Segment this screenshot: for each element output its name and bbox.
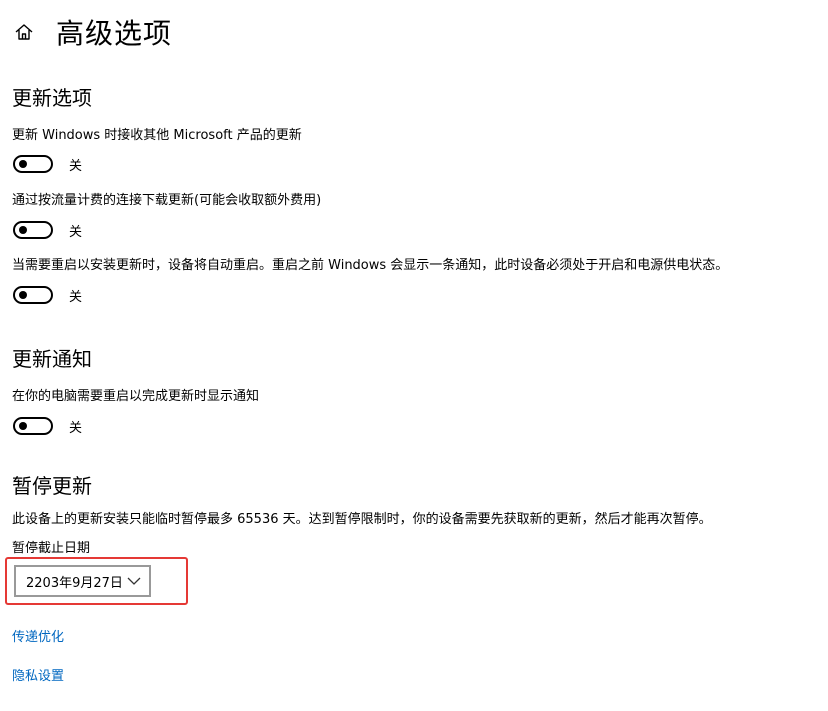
home-icon[interactable] bbox=[12, 20, 36, 44]
section-title-pause-updates: 暂停更新 bbox=[12, 474, 92, 498]
toggle-row-metered-download: 关 bbox=[13, 219, 82, 241]
toggle-knob bbox=[19, 226, 27, 234]
toggle-knob bbox=[19, 291, 27, 299]
toggle-state-label: 关 bbox=[69, 224, 83, 240]
pause-date-label: 暂停截止日期 bbox=[12, 541, 91, 556]
toggle-metered-download[interactable] bbox=[13, 221, 53, 239]
toggle-auto-restart[interactable] bbox=[13, 286, 53, 304]
privacy-settings-link[interactable]: 隐私设置 bbox=[12, 665, 64, 684]
toggle-knob bbox=[19, 160, 27, 168]
toggle-state-label: 关 bbox=[69, 158, 83, 174]
toggle-other-products[interactable] bbox=[13, 155, 53, 173]
option-label-metered-download: 通过按流量计费的连接下载更新(可能会收取额外费用) bbox=[12, 193, 322, 208]
section-title-update-notifications: 更新通知 bbox=[12, 347, 92, 371]
chevron-down-icon bbox=[127, 577, 141, 585]
toggle-state-label: 关 bbox=[69, 289, 83, 305]
toggle-knob bbox=[19, 422, 27, 430]
toggle-row-restart-notification: 关 bbox=[13, 415, 82, 437]
toggle-row-auto-restart: 关 bbox=[13, 284, 82, 306]
pause-date-value: 2203年9月27日 bbox=[26, 575, 123, 591]
pause-date-dropdown[interactable]: 2203年9月27日 bbox=[14, 565, 151, 597]
section-title-update-options: 更新选项 bbox=[12, 86, 92, 110]
page-title: 高级选项 bbox=[56, 17, 173, 50]
toggle-restart-notification[interactable] bbox=[13, 417, 53, 435]
option-label-restart-notification: 在你的电脑需要重启以完成更新时显示通知 bbox=[12, 389, 260, 404]
toggle-row-other-products: 关 bbox=[13, 153, 82, 175]
option-label-other-products: 更新 Windows 时接收其他 Microsoft 产品的更新 bbox=[12, 128, 302, 143]
pause-description: 此设备上的更新安装只能临时暂停最多 65536 天。达到暂停限制时，你的设备需要… bbox=[12, 512, 712, 527]
toggle-state-label: 关 bbox=[69, 420, 83, 436]
option-label-auto-restart: 当需要重启以安装更新时，设备将自动重启。重启之前 Windows 会显示一条通知… bbox=[12, 258, 729, 273]
delivery-optimization-link[interactable]: 传递优化 bbox=[12, 626, 64, 645]
page-header: 高级选项 bbox=[12, 12, 172, 52]
